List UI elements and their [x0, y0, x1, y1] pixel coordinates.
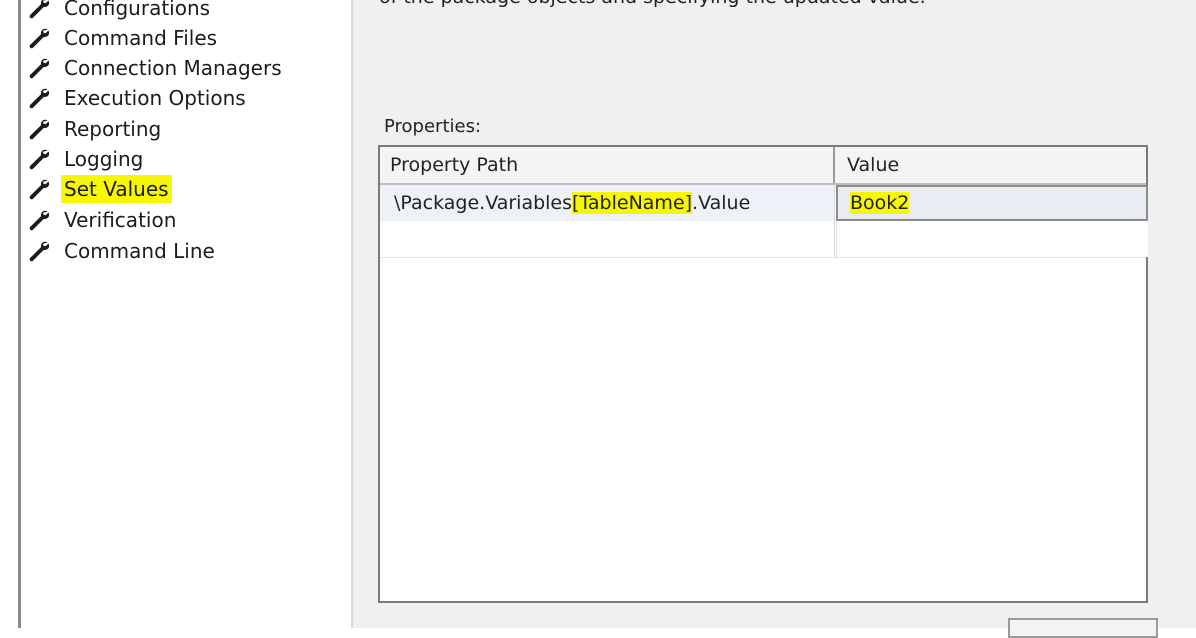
- dialog-window: Configurations Command Files Connection …: [0, 0, 1196, 638]
- value-cell-empty[interactable]: [836, 221, 1148, 257]
- wrench-icon: [27, 177, 51, 201]
- sidebar-item-label: Logging: [64, 147, 144, 171]
- sidebar-item-label: Reporting: [64, 117, 162, 141]
- path-suffix: .Value: [692, 192, 751, 214]
- column-header-property-path[interactable]: Property Path: [380, 147, 835, 183]
- property-path-cell[interactable]: \Package.Variables[TableName].Value: [380, 185, 835, 221]
- wrench-icon: [27, 86, 51, 110]
- properties-label: Properties:: [384, 116, 482, 137]
- sidebar-item-command-line[interactable]: Command Line: [27, 236, 218, 266]
- grid-header: Property Path Value: [380, 147, 1146, 185]
- panel-description: of the package objects and specifying th…: [379, 0, 926, 8]
- wrench-icon: [27, 0, 51, 20]
- sidebar-item-label: Set Values: [61, 175, 172, 203]
- sidebar-item-verification[interactable]: Verification: [27, 205, 179, 235]
- sidebar-item-label: Execution Options: [64, 86, 246, 110]
- sidebar-item-label: Configurations: [64, 0, 211, 20]
- value-cell[interactable]: Book2: [836, 185, 1148, 221]
- property-path-cell-empty[interactable]: [380, 221, 835, 257]
- sidebar-item-connection-managers[interactable]: Connection Managers: [27, 53, 285, 83]
- remove-button[interactable]: [1008, 618, 1158, 638]
- sidebar-item-label: Verification: [64, 208, 177, 232]
- column-header-value[interactable]: Value: [837, 147, 1148, 183]
- sidebar-item-command-files[interactable]: Command Files: [27, 23, 220, 53]
- sidebar-item-label: Connection Managers: [64, 56, 282, 80]
- wrench-icon: [27, 117, 51, 141]
- sidebar-item-reporting[interactable]: Reporting: [27, 114, 164, 144]
- table-row-empty[interactable]: [380, 221, 1148, 258]
- sidebar-item-set-values[interactable]: Set Values: [27, 174, 172, 204]
- wrench-icon: [27, 147, 51, 171]
- sidebar-item-label: Command Files: [64, 26, 218, 50]
- properties-grid[interactable]: Property Path Value \Package.Variables[T…: [378, 145, 1148, 603]
- path-highlight: [TableName]: [572, 192, 693, 214]
- sidebar-item-execution-options[interactable]: Execution Options: [27, 83, 249, 113]
- sidebar-item-logging[interactable]: Logging: [27, 144, 146, 174]
- set-values-panel: of the package objects and specifying th…: [353, 0, 1196, 638]
- value-text: Book2: [850, 192, 910, 214]
- wrench-icon: [27, 239, 51, 263]
- sidebar-item-label: Command Line: [64, 239, 215, 263]
- wrench-icon: [27, 26, 51, 50]
- wrench-icon: [27, 56, 51, 80]
- path-prefix: \Package.Variables: [394, 192, 573, 214]
- wrench-icon: [27, 208, 51, 232]
- table-row[interactable]: \Package.Variables[TableName].Value Book…: [380, 185, 1148, 222]
- sidebar-item-configurations[interactable]: Configurations: [27, 0, 213, 23]
- sidebar: Configurations Command Files Connection …: [21, 0, 351, 628]
